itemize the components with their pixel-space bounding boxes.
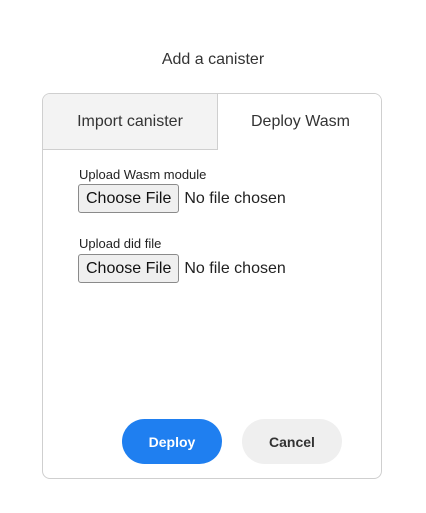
- did-upload-label: Upload did file: [79, 236, 162, 251]
- wasm-file-input: Choose File No file chosen: [78, 184, 286, 213]
- tab-deploy-wasm[interactable]: Deploy Wasm: [218, 94, 381, 150]
- wasm-choose-file-button[interactable]: Choose File: [78, 184, 180, 213]
- did-file-input: Choose File No file chosen: [78, 254, 286, 283]
- cancel-button[interactable]: Cancel: [242, 419, 342, 464]
- tab-import-canister[interactable]: Import canister: [43, 94, 218, 150]
- did-file-status: No file chosen: [184, 259, 286, 277]
- dialog-title: Add a canister: [161, 51, 265, 68]
- tab-bar: Import canister Deploy Wasm: [43, 94, 381, 150]
- did-choose-file-button[interactable]: Choose File: [78, 254, 180, 283]
- add-canister-dialog: Import canister Deploy Wasm Upload Wasm …: [42, 93, 382, 479]
- deploy-button[interactable]: Deploy: [122, 419, 222, 464]
- wasm-upload-label: Upload Wasm module: [79, 167, 207, 182]
- wasm-file-status: No file chosen: [184, 189, 286, 207]
